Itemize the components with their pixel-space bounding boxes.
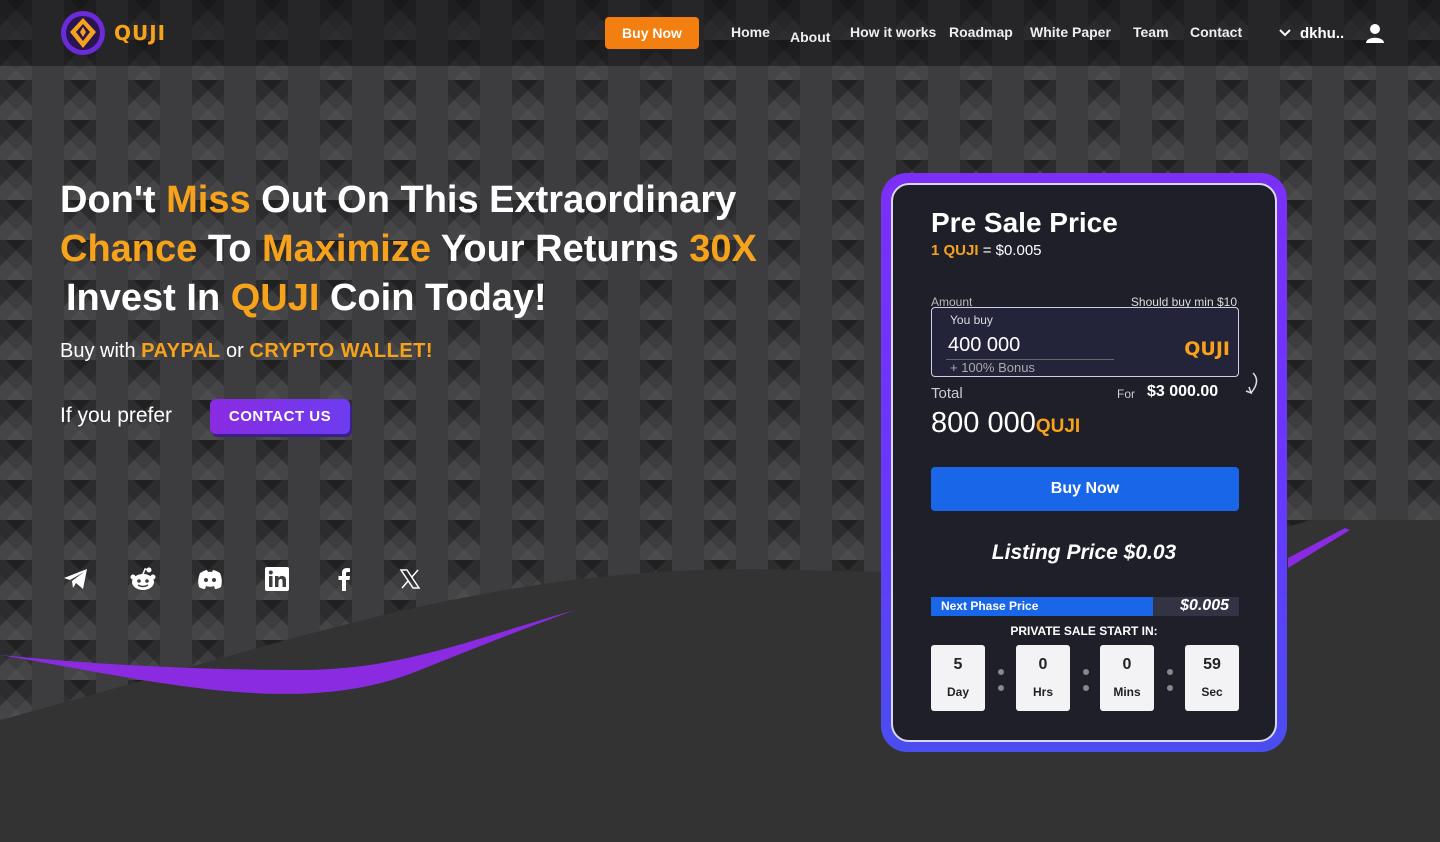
- telegram-icon[interactable]: [62, 565, 90, 593]
- total-value: 800 000QUJI: [931, 407, 1080, 440]
- user-menu[interactable]: dkhu..: [1278, 22, 1386, 44]
- you-buy-label: You buy: [950, 313, 993, 327]
- hero-headline: Don't Miss Out On This Extraordinary Cha…: [60, 176, 860, 323]
- card-title: Pre Sale Price: [931, 207, 1118, 238]
- countdown-value: 5: [953, 656, 963, 673]
- nav-team[interactable]: Team: [1133, 24, 1169, 40]
- countdown-secs: 59 Sec: [1185, 645, 1239, 711]
- rate-token: 1 QUJI: [931, 242, 979, 259]
- for-value: $3 000.00: [1147, 383, 1219, 400]
- countdown-separator: [998, 669, 1004, 675]
- payment-methods-text: Buy with PAYPAL or CRYPTO WALLET!: [60, 340, 433, 363]
- countdown-value: 0: [1038, 656, 1048, 673]
- hero-highlight: Chance: [60, 228, 198, 270]
- buy-with-label: Buy with: [60, 340, 142, 362]
- reddit-icon[interactable]: [129, 565, 157, 593]
- card-buy-now-button[interactable]: Buy Now: [931, 467, 1239, 511]
- chevron-down-icon: [1279, 29, 1291, 37]
- nav-contact[interactable]: Contact: [1190, 24, 1242, 40]
- quji-logo-icon: [61, 11, 105, 55]
- countdown-separator: [1083, 685, 1089, 691]
- countdown-value: 59: [1203, 656, 1221, 673]
- nav-how-it-works[interactable]: How it works: [850, 24, 936, 40]
- token-label: QUJI: [1184, 338, 1230, 360]
- countdown-unit: Sec: [1201, 685, 1223, 699]
- logo-text: QUJI: [114, 21, 167, 45]
- countdown-days: 5 Day: [931, 645, 985, 711]
- for-label: For: [1117, 387, 1135, 401]
- nav-roadmap[interactable]: Roadmap: [949, 24, 1013, 40]
- paypal-label: PAYPAL: [141, 340, 221, 362]
- hero-highlight: 30X: [689, 228, 757, 270]
- countdown-separator: [1083, 669, 1089, 675]
- hero-text: Your Returns: [430, 228, 690, 270]
- logo[interactable]: QUJI: [60, 10, 166, 56]
- discord-icon[interactable]: [196, 565, 224, 593]
- facebook-icon[interactable]: [330, 565, 358, 593]
- x-icon[interactable]: [396, 565, 424, 593]
- hero-text: Invest In: [66, 277, 231, 319]
- countdown-value: 0: [1122, 656, 1132, 673]
- total-amount: 800 000: [931, 407, 1036, 439]
- swap-arrow-icon[interactable]: [1241, 371, 1263, 399]
- presale-card: Pre Sale Price 1 QUJI = $0.005 Amount Sh…: [891, 183, 1277, 742]
- hero-text: Coin Today!: [319, 277, 547, 319]
- hero-text: Don't: [60, 179, 167, 221]
- crypto-wallet-label: CRYPTO WALLET!: [249, 340, 434, 362]
- countdown-mins: 0 Mins: [1100, 645, 1154, 711]
- presale-card-frame: Pre Sale Price 1 QUJI = $0.005 Amount Sh…: [881, 173, 1287, 752]
- private-sale-label: PRIVATE SALE START IN:: [1010, 624, 1158, 638]
- countdown-unit: Mins: [1113, 685, 1141, 699]
- user-icon: [1366, 24, 1385, 43]
- nav-white-paper[interactable]: White Paper: [1030, 24, 1111, 40]
- listing-price: Listing Price $0.03: [991, 541, 1177, 564]
- countdown-separator: [1167, 685, 1173, 691]
- hero-text: Out On This Extraordinary: [250, 179, 737, 221]
- hero-highlight: QUJI: [230, 277, 320, 319]
- next-phase-label: Next Phase Price: [941, 599, 1039, 613]
- contact-us-button[interactable]: CONTACT US: [210, 399, 350, 434]
- total-token: QUJI: [1035, 416, 1081, 437]
- countdown-separator: [998, 685, 1004, 691]
- hero-highlight: Miss: [166, 179, 251, 221]
- user-name: dkhu..: [1300, 24, 1345, 42]
- rate-value: = $0.005: [978, 242, 1042, 259]
- total-label: Total: [931, 385, 963, 402]
- linkedin-icon[interactable]: [263, 565, 291, 593]
- hero-highlight: Maximize: [262, 228, 431, 270]
- prefer-label: If you prefer: [60, 404, 173, 427]
- rate-text: 1 QUJI = $0.005: [931, 242, 1042, 259]
- next-phase-bar: Next Phase Price $0.005: [931, 597, 1239, 616]
- nav-about[interactable]: About: [790, 29, 830, 45]
- countdown-unit: Hrs: [1032, 685, 1053, 699]
- header-buy-now-button[interactable]: Buy Now: [605, 17, 699, 49]
- amount-input-box: You buy + 100% Bonus QUJI: [931, 307, 1239, 377]
- countdown-unit: Day: [946, 685, 969, 699]
- countdown-hours: 0 Hrs: [1016, 645, 1070, 711]
- next-phase-value: $0.005: [1180, 597, 1229, 614]
- countdown-separator: [1167, 669, 1173, 675]
- amount-input[interactable]: [946, 332, 1114, 360]
- top-navbar: QUJI Buy Now Home About How it works Roa…: [0, 0, 1440, 66]
- or-label: or: [220, 340, 250, 362]
- bonus-label: + 100% Bonus: [950, 360, 1035, 375]
- nav-home[interactable]: Home: [731, 24, 770, 40]
- hero-text: To: [197, 228, 262, 270]
